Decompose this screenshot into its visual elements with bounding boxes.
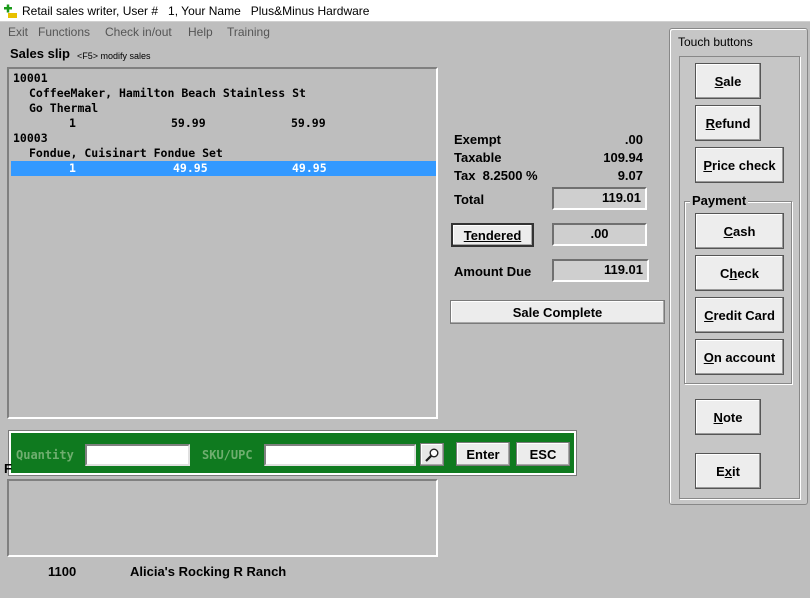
on-account-button-label: On account <box>703 349 776 365</box>
slip-line[interactable]: 10003 <box>11 131 436 146</box>
amount-due-label: Amount Due <box>454 264 532 279</box>
slip-line[interactable]: Go Thermal <box>11 101 436 116</box>
sale-complete-label: Sale Complete <box>512 304 603 320</box>
note-button[interactable]: Note <box>695 399 761 435</box>
quantity-input[interactable] <box>85 444 190 466</box>
esc-button-label: ESC <box>529 446 557 462</box>
window-title: Retail sales writer, User # 1, Your Name… <box>22 4 370 18</box>
tax-label: Tax 8.2500 % <box>454 168 538 183</box>
sku-upc-label: SKU/UPC <box>202 448 253 462</box>
slip-qty: 1 <box>69 161 76 175</box>
total-label: Total <box>454 192 485 207</box>
sale-button[interactable]: Sale <box>695 63 761 99</box>
partial-label: F <box>4 461 12 476</box>
exit-button[interactable]: Exit <box>695 453 761 489</box>
lookup-button[interactable] <box>420 443 444 466</box>
price-check-button-label: Price check <box>703 157 776 173</box>
sales-slip-hint: <F5> modify sales <box>77 51 151 61</box>
title-bar: Retail sales writer, User # 1, Your Name… <box>0 0 810 22</box>
check-button-label: Check <box>719 265 760 281</box>
slip-price: 49.95 <box>173 161 208 175</box>
sales-slip-label: Sales slip <box>10 46 70 61</box>
magnifier-icon <box>425 448 439 462</box>
exempt-value: .00 <box>624 132 643 147</box>
touch-buttons-panel: Touch buttons Sale Refund Price check Pa… <box>669 28 808 505</box>
credit-card-button[interactable]: Credit Card <box>695 297 784 333</box>
slip-line[interactable]: Fondue, Cuisinart Fondue Set <box>11 146 436 161</box>
cash-button-label: Cash <box>723 223 756 239</box>
menu-check-in-out[interactable]: Check in/out <box>105 25 172 39</box>
menu-exit[interactable]: Exit <box>8 25 28 39</box>
sale-complete-button[interactable]: Sale Complete <box>450 300 665 324</box>
slip-sku: 10001 <box>13 71 48 85</box>
customer-name: Alicia's Rocking R Ranch <box>130 564 287 579</box>
tendered-button[interactable]: Tendered <box>451 223 534 247</box>
menu-functions[interactable]: Functions <box>38 25 90 39</box>
cash-button[interactable]: Cash <box>695 213 784 249</box>
enter-button-label: Enter <box>466 446 500 462</box>
refund-button-label: Refund <box>705 115 751 131</box>
item-entry-bar: Quantity SKU/UPC Enter ESC <box>8 430 577 476</box>
slip-line[interactable]: 10001 <box>11 71 436 86</box>
touch-buttons-title: Touch buttons <box>678 35 753 49</box>
taxable-label: Taxable <box>454 150 502 165</box>
slip-sku: 10003 <box>13 131 48 145</box>
slip-line[interactable]: CoffeeMaker, Hamilton Beach Stainless St <box>11 86 436 101</box>
slip-description: Go Thermal <box>29 101 99 115</box>
price-check-button[interactable]: Price check <box>695 147 784 183</box>
slip-description: CoffeeMaker, Hamilton Beach Stainless St <box>29 86 306 100</box>
enter-button[interactable]: Enter <box>456 442 510 466</box>
exempt-label: Exempt <box>454 132 501 147</box>
on-account-button[interactable]: On account <box>695 339 784 375</box>
slip-price: 59.99 <box>171 116 206 130</box>
exit-button-label: Exit <box>716 463 740 479</box>
app-plus-minus-icon <box>2 4 18 20</box>
sale-button-label: Sale <box>714 73 742 89</box>
taxable-value: 109.94 <box>603 150 643 165</box>
menu-bar: Exit Functions Check in/out Help Trainin… <box>0 22 668 41</box>
credit-card-button-label: Credit Card <box>704 307 775 323</box>
note-button-label: Note <box>713 409 743 425</box>
menu-training[interactable]: Training <box>227 25 270 39</box>
slip-extended: 49.95 <box>292 161 327 175</box>
esc-button[interactable]: ESC <box>516 442 570 466</box>
customer-number: 1100 <box>48 564 77 579</box>
slip-extended: 59.99 <box>291 116 326 130</box>
amount-due-value: 119.01 <box>552 259 649 282</box>
slip-description: Fondue, Cuisinart Fondue Set <box>29 146 223 160</box>
tax-value: 9.07 <box>617 168 643 183</box>
sales-slip-list[interactable]: 10001 CoffeeMaker, Hamilton Beach Stainl… <box>7 67 438 419</box>
refund-button[interactable]: Refund <box>695 105 761 141</box>
quantity-label: Quantity <box>16 448 74 462</box>
tendered-button-label: Tendered <box>463 227 522 243</box>
payment-group-label: Payment <box>690 193 749 208</box>
sku-upc-input[interactable] <box>264 444 416 466</box>
slip-qty: 1 <box>69 116 76 130</box>
tendered-field[interactable]: .00 <box>552 223 647 246</box>
slip-line-selected[interactable]: 1 49.95 49.95 <box>11 161 436 176</box>
check-button[interactable]: Check <box>695 255 784 291</box>
menu-help[interactable]: Help <box>188 25 213 39</box>
total-value: 119.01 <box>552 187 647 210</box>
slip-line[interactable]: 1 59.99 59.99 <box>11 116 436 131</box>
customer-info-box <box>7 479 438 557</box>
